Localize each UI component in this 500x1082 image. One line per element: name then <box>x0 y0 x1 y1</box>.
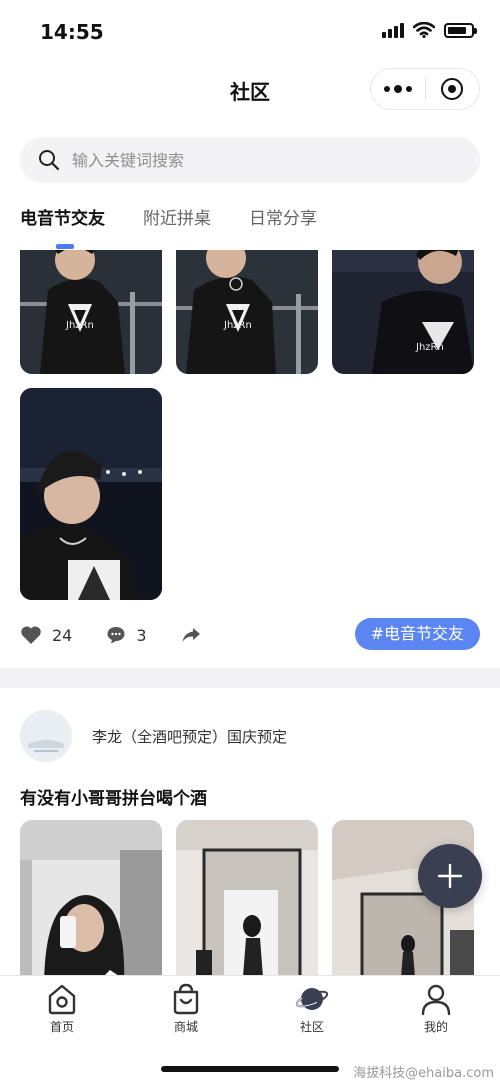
svg-text:JhzRn: JhzRn <box>65 320 94 331</box>
add-post-button[interactable] <box>418 844 482 908</box>
person-icon <box>421 984 451 1016</box>
tab-label: 附近拼桌 <box>143 209 211 229</box>
home-indicator <box>161 1066 339 1072</box>
more-icon[interactable] <box>371 84 425 93</box>
post-image[interactable]: JhzRn <box>176 250 318 374</box>
tabbar-label: 社区 <box>299 1020 324 1034</box>
tab-label: 日常分享 <box>249 209 317 229</box>
post-image[interactable] <box>176 820 318 975</box>
tabbar-label: 商城 <box>173 1020 198 1034</box>
plus-icon <box>437 863 463 889</box>
comment-count: 3 <box>136 625 147 645</box>
signal-icon <box>382 22 404 38</box>
tab-label: 电音节交友 <box>20 209 105 229</box>
share-button[interactable] <box>181 626 211 644</box>
post-author-row[interactable]: 李龙（全酒吧预定）国庆预定 <box>20 710 287 762</box>
tabbar-label: 首页 <box>49 1020 74 1034</box>
nav-bar: 社区 <box>0 62 500 118</box>
active-tab-indicator <box>56 244 74 249</box>
post-image[interactable] <box>20 820 162 975</box>
tabbar-label: 我的 <box>423 1020 448 1034</box>
like-count: 24 <box>52 625 73 645</box>
svg-text:JhzRn: JhzRn <box>223 320 252 331</box>
comment-icon <box>107 627 125 644</box>
like-button[interactable]: 24 <box>20 625 72 645</box>
avatar[interactable] <box>20 710 72 762</box>
status-time: 14:55 <box>40 20 104 44</box>
search-input[interactable] <box>72 150 432 170</box>
search-icon <box>39 150 60 171</box>
post-divider <box>0 668 500 688</box>
target-icon <box>441 78 464 100</box>
author-name: 李龙（全酒吧预定）国庆预定 <box>92 727 288 746</box>
tab-daily-share[interactable]: 日常分享 <box>249 204 317 250</box>
miniprogram-capsule <box>370 68 480 110</box>
watermark: 海拔科技@ehaiba.com <box>353 1066 494 1081</box>
comment-button[interactable]: 3 <box>106 625 147 645</box>
tab-edm-friends[interactable]: 电音节交友 <box>20 204 105 250</box>
post-actions: 24 3 #电音节交友 <box>20 618 480 650</box>
shopping-bag-icon <box>173 983 199 1015</box>
hashtag-badge[interactable]: #电音节交友 <box>354 618 480 650</box>
heart-icon <box>21 626 41 644</box>
post-image[interactable] <box>20 388 162 600</box>
tabbar-mine[interactable]: 我的 <box>396 982 476 1035</box>
tabbar-home[interactable]: 首页 <box>22 982 102 1035</box>
tabbar-community[interactable]: 社区 <box>272 982 352 1035</box>
category-tabs: 电音节交友 附近拼桌 日常分享 <box>20 204 355 250</box>
planet-icon <box>295 988 329 1010</box>
battery-icon <box>444 22 477 38</box>
close-miniprogram-button[interactable] <box>425 78 479 100</box>
search-bar[interactable] <box>20 137 480 183</box>
tab-nearby-table[interactable]: 附近拼桌 <box>143 204 211 250</box>
post-image[interactable]: JhzRn <box>20 250 162 374</box>
share-icon <box>182 628 200 642</box>
home-icon <box>48 984 76 1015</box>
post-title[interactable]: 有没有小哥哥拼台喝个酒 <box>20 784 207 809</box>
tabbar-mall[interactable]: 商城 <box>146 982 226 1035</box>
svg-text:JhzRn: JhzRn <box>415 342 444 353</box>
post-image[interactable]: JhzRn <box>332 250 474 374</box>
status-bar: 14:55 <box>0 0 500 62</box>
wifi-icon <box>413 22 435 38</box>
status-icons <box>382 22 477 38</box>
